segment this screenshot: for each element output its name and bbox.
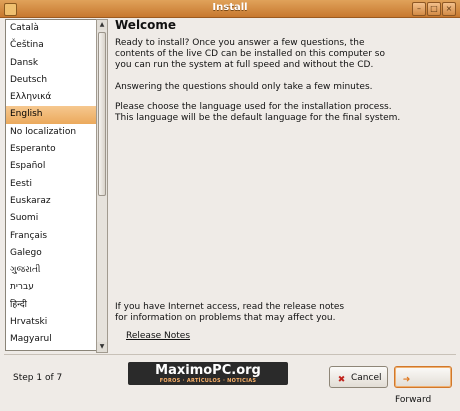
scroll-up-icon[interactable]: ▲	[97, 20, 107, 30]
forward-arrow-icon: ➜	[402, 375, 411, 385]
language-instructions: Please choose the language used for the …	[115, 102, 401, 124]
cancel-label: Cancel	[351, 373, 382, 383]
language-item[interactable]: Hrvatski	[6, 314, 96, 331]
scrollbar-thumb[interactable]	[98, 32, 106, 196]
page-title: Welcome	[115, 18, 177, 32]
language-item[interactable]: Español	[6, 158, 96, 175]
language-item[interactable]: No localization	[6, 124, 96, 141]
language-item[interactable]: Bahasa Indonesia	[6, 349, 96, 350]
language-item[interactable]: English	[6, 106, 96, 124]
language-item[interactable]: Magyarul	[6, 331, 96, 348]
language-item[interactable]: Català	[6, 20, 96, 37]
language-list[interactable]: Català Čeština Dansk Deutsch Ελληνικά English…	[5, 19, 97, 351]
release-notes-text: If you have Internet access, read the re…	[115, 302, 345, 324]
window-title: Install	[212, 2, 248, 13]
release-notes-link[interactable]: Release Notes	[126, 331, 190, 341]
intro-text: Ready to install? Once you answer a few …	[115, 38, 385, 71]
step-indicator: Step 1 of 7	[13, 373, 63, 383]
language-item[interactable]: Dansk	[6, 55, 96, 72]
language-item[interactable]: Euskaraz	[6, 193, 96, 210]
language-item[interactable]: हिन्दी	[6, 297, 96, 314]
watermark-text: MaximoPC.org	[155, 363, 261, 378]
forward-button[interactable]: ➜Forward	[394, 366, 452, 405]
footer-divider	[4, 354, 456, 355]
language-item[interactable]: Deutsch	[6, 72, 96, 89]
watermark-logo: MaximoPC.org FOROS · ARTÍCULOS · NOTICIA…	[128, 362, 288, 385]
language-list-scrollbar[interactable]: ▲ ▼	[96, 19, 108, 353]
language-item[interactable]: Galego	[6, 245, 96, 262]
language-item[interactable]: Čeština	[6, 37, 96, 54]
language-item[interactable]: Eesti	[6, 176, 96, 193]
duration-text: Answering the questions should only take…	[115, 82, 373, 92]
language-item[interactable]: עברית	[6, 279, 96, 296]
cancel-icon: ✖	[337, 375, 346, 385]
language-item[interactable]: Suomi	[6, 210, 96, 227]
language-item[interactable]: Français	[6, 228, 96, 245]
watermark-subtext: FOROS · ARTÍCULOS · NOTICIAS	[159, 378, 257, 384]
cancel-button[interactable]: ✖ Cancel	[329, 366, 388, 388]
language-item[interactable]: Ελληνικά	[6, 89, 96, 106]
welcome-panel: Welcome Ready to install? Once you answe…	[110, 14, 455, 349]
language-item[interactable]: ગુજરાતી	[6, 262, 96, 279]
scroll-down-icon[interactable]: ▼	[97, 342, 107, 352]
language-item[interactable]: Esperanto	[6, 141, 96, 158]
